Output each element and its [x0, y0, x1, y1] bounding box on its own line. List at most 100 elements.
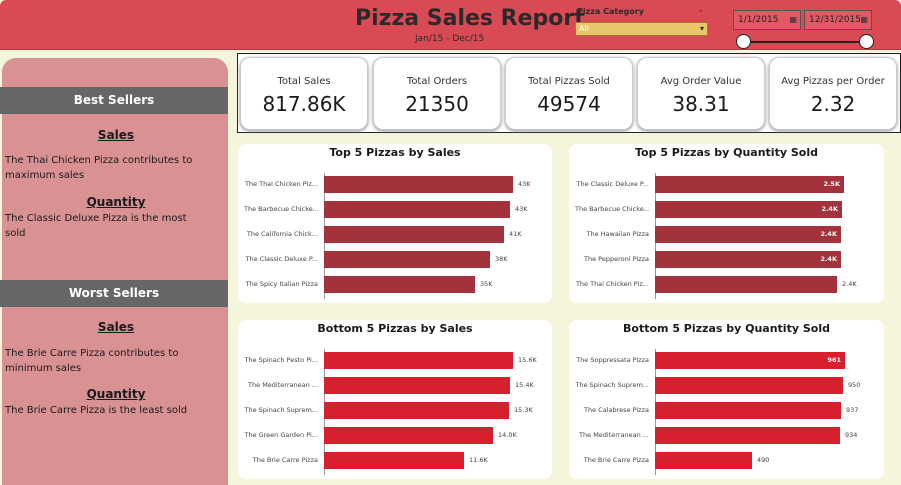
insights-sidebar: Best Sellers Sales The Thai Chicken Pizz… [0, 58, 228, 485]
category-tick-label: The California Chick... [246, 230, 318, 238]
bar[interactable] [324, 226, 504, 243]
start-date-input[interactable]: 1/1/2015 ▦ [733, 10, 801, 30]
bar[interactable] [324, 276, 475, 293]
bar[interactable] [655, 402, 841, 419]
data-label: 2.4K [821, 205, 838, 213]
chart-bottom5-sales: Bottom 5 Pizzas by Sales The Spinach Pes… [238, 320, 552, 479]
chart-top5-sales: Top 5 Pizzas by Sales The Thai Chicken P… [238, 144, 552, 303]
bar-row[interactable]: The Brie Carre Pizza 11.6K [238, 452, 552, 469]
bar-row[interactable]: The Mediterranean ... 15.4K [238, 377, 552, 394]
kpi-value: 21350 [405, 92, 469, 116]
bar-row[interactable]: The Spinach Pesto Pi... 15.6K [238, 352, 552, 369]
data-label: 15.6K [518, 356, 537, 364]
data-label: 15.3K [514, 406, 533, 414]
category-tick-label: The Spicy Italian Pizza [245, 280, 318, 288]
kpi-value: 38.31 [672, 92, 730, 116]
chart-bottom5-quantity: Bottom 5 Pizzas by Quantity Sold The Sop… [569, 320, 884, 479]
bar[interactable] [324, 251, 490, 268]
category-tick-label: The Soppressata Pizza [576, 356, 649, 364]
bar-row[interactable]: The Hawaiian Pizza 2.4K [569, 226, 884, 243]
category-tick-label: The Spinach Suprem... [244, 406, 318, 414]
bar-row[interactable]: The Soppressata Pizza 961 [569, 352, 884, 369]
chevron-down-icon[interactable]: ⌄ [697, 5, 705, 15]
dropdown-arrow-icon: ▾ [699, 24, 704, 33]
bar[interactable] [324, 176, 513, 193]
best-sellers-title: Best Sellers [0, 87, 228, 114]
bar[interactable] [324, 377, 510, 394]
category-tick-label: The Spinach Suprem... [575, 381, 649, 389]
bar[interactable] [655, 352, 845, 369]
data-label: 934 [845, 431, 858, 439]
start-date-value: 1/1/2015 [738, 15, 779, 25]
bar-row[interactable]: The Barbecue Chicke... 2.4K [569, 201, 884, 218]
bar[interactable] [655, 251, 841, 268]
bar-row[interactable]: The Brie Carre Pizza 490 [569, 452, 884, 469]
bar-row[interactable]: The Classic Deluxe P... 38K [238, 251, 552, 268]
bar-row[interactable]: The Pepperoni Pizza 2.4K [569, 251, 884, 268]
end-date-input[interactable]: 12/31/2015 ▦ [804, 10, 872, 30]
bar-row[interactable]: The Thai Chicken Piz... 43K [238, 176, 552, 193]
bar-row[interactable]: The Classic Deluxe P... 2.5K [569, 176, 884, 193]
data-label: 961 [827, 356, 841, 364]
bar-row[interactable]: The Thai Chicken Piz... 2.4K [569, 276, 884, 293]
data-label: 937 [846, 406, 859, 414]
bar[interactable] [655, 377, 843, 394]
calendar-icon[interactable]: ▦ [789, 11, 797, 29]
data-label: 15.4K [515, 381, 534, 389]
worst-sellers-title: Worst Sellers [0, 280, 228, 307]
category-tick-label: The Green Garden Pi... [244, 431, 318, 439]
bar-row[interactable]: The Barbecue Chicke... 43K [238, 201, 552, 218]
bar[interactable] [655, 226, 841, 243]
bar[interactable] [324, 452, 464, 469]
calendar-icon[interactable]: ▦ [860, 11, 868, 29]
bar[interactable] [324, 427, 493, 444]
kpi-label: Total Pizzas Sold [528, 76, 610, 87]
bar-row[interactable]: The Spinach Suprem... 950 [569, 377, 884, 394]
bar-row[interactable]: The Spinach Suprem... 15.3K [238, 402, 552, 419]
kpi-value: 2.32 [810, 92, 856, 116]
bar-row[interactable]: The Spicy Italian Pizza 35K [238, 276, 552, 293]
bar-row[interactable]: The Mediterranean ... 934 [569, 427, 884, 444]
bar[interactable] [655, 452, 752, 469]
bar[interactable] [655, 427, 840, 444]
category-filter-label: Pizza Category [577, 7, 645, 16]
data-label: 2.5K [823, 180, 840, 188]
category-tick-label: The Classic Deluxe P... [576, 180, 649, 188]
category-dropdown[interactable]: All ▾ [575, 22, 708, 36]
kpi-label: Total Orders [406, 76, 468, 87]
report-subtitle: Jan/15 - Dec/15 [415, 34, 485, 44]
data-label: 490 [757, 456, 770, 464]
chart-top5-quantity: Top 5 Pizzas by Quantity Sold The Classi… [569, 144, 884, 303]
end-date-value: 12/31/2015 [809, 15, 861, 25]
bar-row[interactable]: The California Chick... 41K [238, 226, 552, 243]
slider-end-handle[interactable] [859, 34, 874, 49]
bar[interactable] [324, 201, 510, 218]
data-label: 41K [509, 230, 522, 238]
kpi-card-total-orders: Total Orders 21350 [373, 57, 501, 130]
report-header: Pizza Sales Report Jan/15 - Dec/15 Pizza… [0, 0, 901, 50]
bar[interactable] [655, 176, 844, 193]
category-tick-label: The Barbecue Chicke... [244, 205, 318, 213]
bar[interactable] [324, 352, 513, 369]
kpi-value: 817.86K [262, 92, 346, 116]
bar-row[interactable]: The Calabrese Pizza 937 [569, 402, 884, 419]
bar-row[interactable]: The Green Garden Pi... 14.0K [238, 427, 552, 444]
report-title: Pizza Sales Report [355, 6, 585, 31]
slider-start-handle[interactable] [736, 34, 751, 49]
data-label: 2.4K [820, 255, 837, 263]
best-sales-heading: Sales [97, 128, 135, 142]
date-range-slider[interactable] [745, 41, 867, 43]
category-tick-label: The Pepperoni Pizza [584, 255, 649, 263]
kpi-card-total-pizzas-sold: Total Pizzas Sold 49574 [505, 57, 633, 130]
chart-title: Bottom 5 Pizzas by Sales [317, 322, 473, 335]
data-label: 2.4K [820, 230, 837, 238]
category-tick-label: The Brie Carre Pizza [583, 456, 649, 464]
category-tick-label: The Barbecue Chicke... [575, 205, 649, 213]
bar[interactable] [324, 402, 509, 419]
data-label: 43K [515, 205, 528, 213]
bar[interactable] [655, 276, 837, 293]
best-quantity-heading: Quantity [86, 195, 146, 209]
data-label: 950 [848, 381, 861, 389]
bar[interactable] [655, 201, 842, 218]
chart-title: Top 5 Pizzas by Sales [329, 146, 461, 159]
